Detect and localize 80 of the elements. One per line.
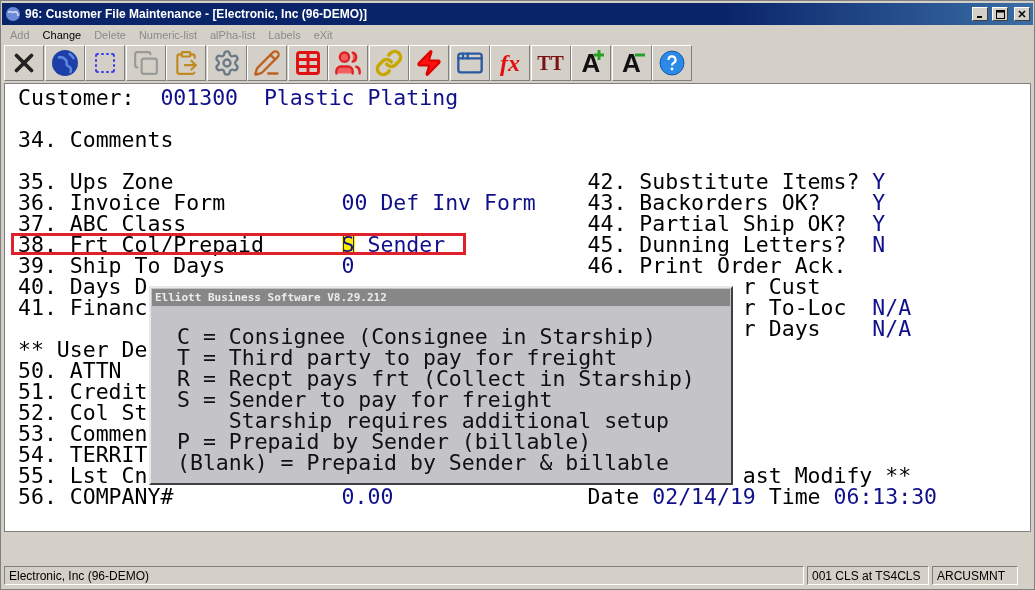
close-icon — [1018, 10, 1026, 18]
field-label: r Cust — [741, 276, 821, 297]
toolbar-button[interactable] — [4, 45, 44, 81]
company-status: Electronic, Inc (96-DEMO) — [4, 566, 804, 585]
settings-icon — [212, 49, 241, 77]
customer-number: 001300 — [160, 87, 239, 108]
window-title: 96: Customer File Maintenance - [Electronic, Inc (96-DEMO)] — [25, 7, 369, 21]
field-label: ast Modify ** — [741, 465, 912, 486]
field-label: ** User De — [18, 339, 148, 360]
field-value: N/A — [872, 297, 912, 318]
formula-button[interactable]: fx — [490, 45, 530, 81]
field-label: 41. Financ — [18, 297, 148, 318]
popup-title: Elliott Business Software V8.29.212 — [152, 289, 730, 306]
help-text: S = Sender to pay for freight — [177, 389, 554, 410]
menu-item[interactable]: Change — [42, 28, 82, 41]
field-value: 0 — [341, 255, 355, 276]
field-label: Time — [768, 486, 821, 507]
field-label: 52. Col St — [18, 402, 148, 423]
field-label: 35. Ups Zone — [18, 171, 174, 192]
session-status: 001 CLS at TS4CLS — [807, 566, 929, 585]
field-label: 40. Days D — [18, 276, 148, 297]
field-label: 54. TERRIT — [18, 444, 148, 465]
toolbar-button[interactable] — [85, 45, 125, 81]
lightning-icon — [415, 49, 443, 77]
customer-label: Customer: — [18, 87, 135, 108]
field-value: N/A — [872, 318, 912, 339]
table-icon — [293, 49, 322, 77]
field-label: 36. Invoice Form — [18, 192, 226, 213]
toolbar-button[interactable] — [449, 45, 490, 81]
globe-icon — [49, 48, 80, 78]
field-label: 53. Commen — [18, 423, 148, 444]
field-label: 43. Backorders OK? — [587, 192, 821, 213]
dashed-square-icon — [93, 51, 117, 75]
minimize-button[interactable] — [972, 7, 988, 21]
maximize-icon — [995, 9, 1005, 19]
customer-name: Plastic Plating — [263, 87, 459, 108]
field-label: 45. Dunning Letters? — [587, 234, 847, 255]
help-text: Starship requires additional setup — [227, 410, 670, 431]
font-smaller-button[interactable]: A — [611, 45, 652, 81]
field-label: 56. COMPANY# — [18, 486, 174, 507]
pencil-icon — [253, 49, 281, 77]
field-label: 44. Partial Ship OK? — [587, 213, 847, 234]
field-label: 37. ABC Class — [18, 213, 187, 234]
field-label: 38. Frt Col/Prepaid — [18, 234, 264, 255]
field-value: 06:13:30 — [833, 486, 938, 507]
paste-icon — [173, 50, 199, 76]
help-text: (Blank) = Prepaid by Sender & billable — [177, 452, 670, 473]
toolbar-button[interactable] — [44, 45, 85, 81]
users-icon — [334, 49, 362, 77]
maximize-button[interactable] — [992, 7, 1008, 21]
field-label: Date — [587, 486, 640, 507]
field-value: Sender — [367, 234, 446, 255]
help-text: P = Prepaid by Sender (billable) — [177, 431, 593, 452]
copy-icon — [132, 50, 159, 76]
program-status: ARCUSMNT — [932, 566, 1018, 585]
field-value: Y — [872, 213, 886, 234]
help-text: T = Third party to pay for freight — [177, 347, 618, 368]
link-icon — [374, 49, 403, 77]
field-label: 42. Substitute Items? — [587, 171, 860, 192]
help-text: R = Recpt pays frt (Collect in Starship) — [177, 368, 696, 389]
field-label: r To-Loc — [741, 297, 847, 318]
field-label: 50. ATTN — [18, 360, 122, 381]
help-icon — [658, 49, 686, 77]
field-value: 0.00 — [341, 486, 394, 507]
close-button[interactable] — [1014, 7, 1030, 21]
field-label: 39. Ship To Days — [18, 255, 226, 276]
help-text: C = Consignee (Consignee in Starship) — [177, 326, 657, 347]
field-value: Y — [872, 171, 886, 192]
field-label: 46. Print Order Ack. — [587, 255, 847, 276]
font-button[interactable]: TT — [530, 45, 571, 81]
field-value: 00 Def Inv Form — [341, 192, 536, 213]
field-value: 02/14/19 — [652, 486, 756, 507]
font-larger-button[interactable]: A — [571, 45, 611, 81]
field-value: N — [872, 234, 886, 255]
field-label: 51. Credit — [18, 381, 148, 402]
field-label: 34. Comments — [18, 129, 174, 150]
field-label: 55. Lst Cn — [18, 465, 148, 486]
help-button[interactable] — [652, 45, 692, 81]
globe-icon — [5, 6, 21, 22]
field-value: Y — [872, 192, 886, 213]
